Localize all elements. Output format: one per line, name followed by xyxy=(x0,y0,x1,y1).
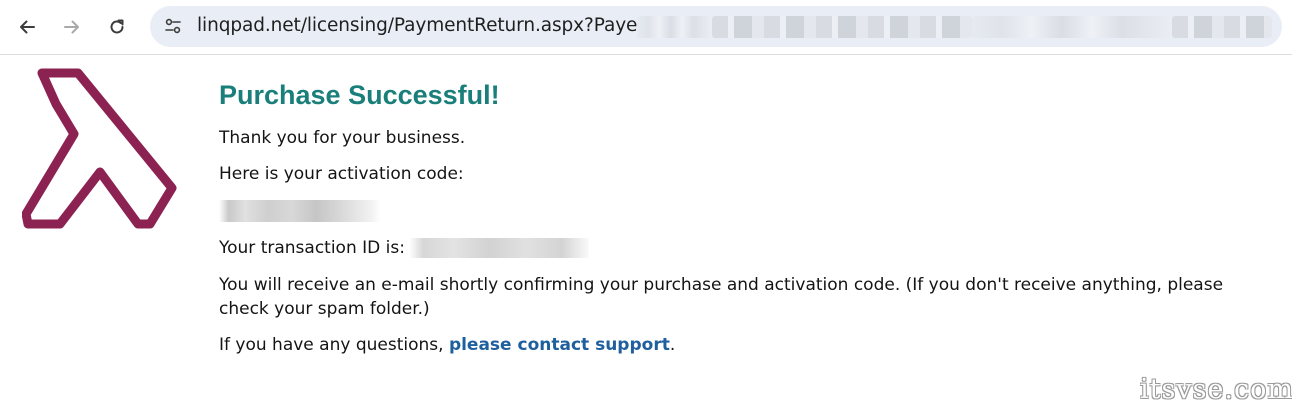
watermark: itsvse.com xyxy=(1140,374,1292,405)
reload-button[interactable] xyxy=(100,10,134,44)
transaction-id-redacted xyxy=(408,238,589,258)
browser-toolbar: linqpad.net/licensing/PaymentReturn.aspx… xyxy=(0,0,1292,55)
email-notice: You will receive an e-mail shortly confi… xyxy=(219,275,1224,319)
url-text: linqpad.net/licensing/PaymentReturn.aspx… xyxy=(197,15,680,36)
contact-support-link[interactable]: please contact support xyxy=(449,335,670,355)
url-redaction xyxy=(712,16,972,38)
url-redaction xyxy=(637,16,712,38)
forward-button[interactable] xyxy=(55,10,89,44)
tune-icon xyxy=(165,18,181,34)
questions-suffix: . xyxy=(669,335,676,355)
lambda-logo-icon xyxy=(22,68,177,229)
activation-code-label: Here is your activation code: xyxy=(219,164,464,184)
thanks-text: Thank you for your business. xyxy=(219,128,466,148)
site-info-button[interactable] xyxy=(158,11,188,41)
back-button[interactable] xyxy=(10,10,44,44)
arrow-left-icon xyxy=(20,20,35,34)
questions-prefix: If you have any questions, xyxy=(219,335,449,355)
url-redaction xyxy=(1172,16,1272,38)
transaction-line: Your transaction ID is: xyxy=(219,236,1229,260)
url-redaction xyxy=(972,16,1172,38)
transaction-label: Your transaction ID is: xyxy=(219,238,405,258)
arrow-right-icon xyxy=(64,20,79,34)
address-bar[interactable]: linqpad.net/licensing/PaymentReturn.aspx… xyxy=(150,6,1282,47)
questions-line: If you have any questions, please contac… xyxy=(219,333,1229,357)
activation-code-redacted xyxy=(219,200,381,222)
reload-icon xyxy=(110,19,124,34)
page-title: Purchase Successful! xyxy=(219,80,500,110)
